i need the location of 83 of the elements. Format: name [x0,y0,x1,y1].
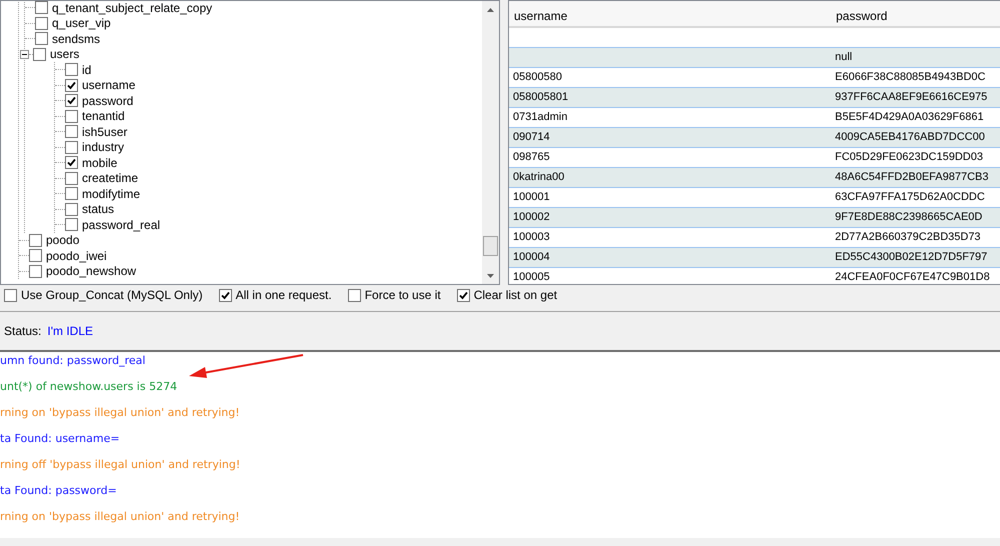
collapse-toggle[interactable] [20,50,29,59]
table-cell-text: E6066F38C88085B4943BD0C [834,71,986,84]
tree-item[interactable]: createtime [82,169,138,188]
table-cell-text: null [834,51,852,64]
table-cell-text: 05800580 [512,71,562,84]
option-label[interactable]: Clear list on get [474,286,558,304]
table-cell-text: 4009CA5EB4176ABD7DCC00 [834,131,985,144]
table-cell-text: 2D77A2B660379C2BD35D73 [834,231,981,244]
tree-item[interactable]: sendsms [52,30,100,48]
checkbox[interactable] [218,288,232,302]
tree-item[interactable]: mobile [82,154,118,172]
table-cell-text: 937FF6CAA8EF9E6616CE975 [834,91,988,104]
tree-item[interactable]: modifytime [82,184,140,203]
tree-item[interactable]: users [50,45,80,64]
tree-item[interactable]: ish5user [82,122,128,141]
table-cell-text: 100002 [512,211,550,224]
log-line: rning off 'bypass illegal union' and retrying! [0,458,240,471]
table-cell-text: 9F7E8DE88C2398665CAE0D [834,211,982,224]
table-cell-text: 090714 [512,131,550,144]
tree-item[interactable]: poodo [46,231,80,250]
option-label[interactable]: Force to use it [364,286,441,304]
checkbox[interactable] [35,16,48,30]
checkbox[interactable] [65,187,78,200]
scroll-up-icon[interactable] [487,8,494,12]
checkbox[interactable] [35,1,48,14]
checkbox[interactable] [4,288,17,302]
log-line: ta Found: password= [0,484,117,497]
checkbox[interactable] [65,202,78,216]
table-cell-text: 0731admin [512,111,568,124]
checkbox[interactable] [456,288,470,302]
log-line: rning on 'bypass illegal union' and retrying! [0,406,240,419]
checkbox[interactable] [348,288,361,302]
scroll-thumb[interactable] [483,236,498,256]
option-label[interactable]: Use Group_Concat (MySQL Only) [21,286,203,304]
checkbox[interactable] [65,78,78,92]
checkbox[interactable] [29,234,42,247]
log-line: ta Found: username= [0,432,120,445]
table-cell-text: 100001 [512,191,550,204]
status-label: Status: [4,323,42,340]
tree-item[interactable]: industry [82,138,124,156]
checkbox[interactable] [29,264,42,278]
table-cell-text: 098765 [512,151,550,164]
tree-item[interactable]: q_tenant_subject_relate_copy [52,1,212,17]
log-line: umn found: password_real [0,354,146,367]
scroll-down-icon[interactable] [487,274,494,278]
table-cell-text: 100005 [512,271,550,284]
checkbox[interactable] [35,32,48,46]
tree-item[interactable]: poodo_iwei [46,246,107,265]
checkbox[interactable] [65,63,78,76]
column-header[interactable]: username [509,1,831,26]
tree-item[interactable]: poodo_newshow [46,262,136,280]
table-cell-text: B5E5F4D429A0A03629F6861 [834,111,984,124]
checkbox[interactable] [65,94,78,108]
checkbox[interactable] [65,156,78,170]
tree-item[interactable]: username [82,76,136,94]
table-cell-text: 63CFA97FFA175D62A0CDDC [834,191,985,204]
checkbox[interactable] [29,249,42,262]
checkbox[interactable] [65,125,78,138]
option-label[interactable]: All in one request. [236,286,332,304]
tree-item[interactable]: id [82,60,92,79]
checkbox[interactable] [65,172,78,185]
checkbox[interactable] [33,48,46,61]
table-cell-text: FC05D29FE0623DC159DD03 [834,151,983,164]
table-cell-text: 24CFEA0F0CF67E47C9B01D8 [834,271,990,284]
checkbox[interactable] [65,110,78,123]
tree-item[interactable]: password_real [82,216,160,234]
checkbox[interactable] [65,140,78,154]
tree-item[interactable]: q_user_vip [52,14,111,32]
table-cell-text: 48A6C54FFD2B0EFA9877CB3 [834,171,988,184]
table-cell-text: 0katrina00 [512,171,564,184]
log-line: rning on 'bypass illegal union' and retrying! [0,510,240,523]
tree-item[interactable]: status [82,200,114,218]
table-cell-text: 100004 [512,251,550,264]
table-cell-text: ED55C4300B02E12D7D5F797 [834,251,988,264]
tree-item[interactable]: tenantid [82,107,125,126]
scrollbar[interactable] [482,1,499,284]
checkbox[interactable] [65,218,78,232]
column-header[interactable]: password [831,1,1000,26]
tree-item[interactable]: password [82,92,134,110]
log-line: unt(*) of newshow.users is 5274 [0,380,178,393]
table-cell-text: 058005801 [512,91,568,104]
table-cell-text: 100003 [512,231,550,244]
status-value: I'm IDLE [47,323,93,340]
